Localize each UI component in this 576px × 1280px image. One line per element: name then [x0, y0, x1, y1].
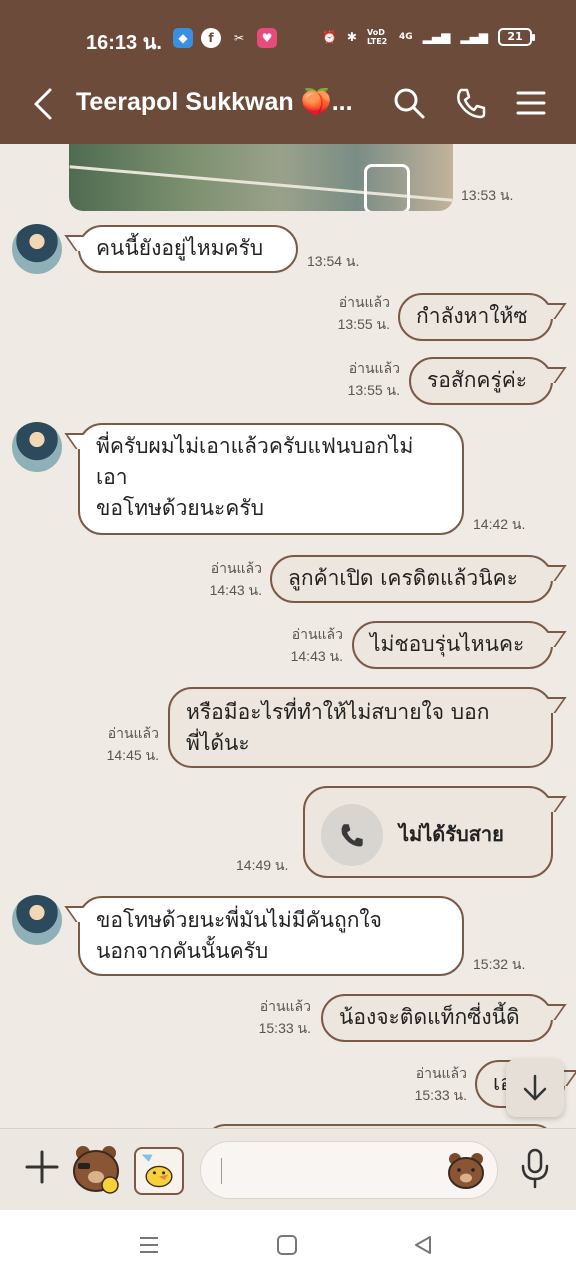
- sticker-shop-icon[interactable]: [134, 1147, 184, 1195]
- message-text: ลูกค้าเปิด เครดิตแล้วนิคะ: [288, 566, 518, 590]
- message-input-bar: [0, 1128, 576, 1210]
- recent-apps-icon[interactable]: [138, 1234, 160, 1256]
- emoji-icon[interactable]: [445, 1149, 487, 1191]
- notification-icons: ◆ f ✂ ♥: [173, 28, 277, 48]
- message-read-time: อ่านแล้ว 13:55 น.: [318, 291, 390, 335]
- message-text: คนนี้ยังอยู่ไหมครับ: [96, 236, 264, 260]
- message-text: เอา: [96, 465, 128, 489]
- app-notification-icon: ◆: [173, 28, 193, 48]
- message-read-time: อ่านแล้ว 15:33 น.: [395, 1062, 467, 1106]
- chat-area[interactable]: 13:53 น. คนนี้ยังอยู่ไหมครับ 13:54 น. อ่…: [0, 144, 576, 1128]
- facebook-icon: f: [201, 28, 221, 48]
- outgoing-message[interactable]: รอสักครู่ค่ะ: [409, 357, 553, 405]
- message-read-time: อ่านแล้ว 14:43 น.: [190, 557, 262, 601]
- arrow-down-icon: [523, 1074, 547, 1101]
- read-receipt: อ่านแล้ว: [107, 725, 159, 741]
- lovebox-icon: ♥: [257, 28, 277, 48]
- status-bar: 16:13 น. ◆ f ✂ ♥ ⏰ ✱ VoD LTE2 4G ▂▄▆ ▂▄▆…: [0, 0, 576, 66]
- back-nav-icon[interactable]: [412, 1234, 434, 1256]
- read-receipt: อ่านแล้ว: [259, 998, 311, 1014]
- outgoing-message[interactable]: น้องจะติดแท็กซี่งนี้ดิ: [321, 994, 553, 1042]
- avatar[interactable]: [12, 224, 62, 274]
- incoming-message[interactable]: พี่ครับผมไม่เอาแล้วครับแฟนบอกไม่ เอา ขอโ…: [78, 423, 464, 535]
- read-receipt: อ่านแล้ว: [338, 294, 390, 310]
- phone-call-icon[interactable]: [321, 804, 383, 866]
- message-time: 15:32 น.: [473, 956, 526, 972]
- message-text: หรือมีอะไรที่ทำให้ไม่สบายใจ บอก: [186, 700, 490, 724]
- message-text: พี่ครับผมไม่เอาแล้วครับแฟนบอกไม่: [96, 434, 414, 458]
- plus-icon[interactable]: [24, 1149, 60, 1185]
- chat-title[interactable]: Teerapol Sukkwan 🍑...: [76, 88, 353, 117]
- battery-indicator: 21: [498, 28, 535, 46]
- message-text: กำลังหาให้ซ: [416, 304, 528, 328]
- message-time: 13:55 น.: [337, 316, 390, 332]
- message-time: 14:49 น.: [236, 857, 289, 873]
- bluetooth-icon: ✱: [346, 30, 357, 44]
- alarm-icon: ⏰: [321, 30, 337, 44]
- menu-icon[interactable]: [514, 86, 548, 120]
- system-navigation-bar: [0, 1210, 576, 1280]
- chat-header: Teerapol Sukkwan 🍑...: [0, 66, 576, 144]
- incoming-message[interactable]: คนนี้ยังอยู่ไหมครับ: [78, 225, 298, 273]
- message-read-time: อ่านแล้ว 14:45 น.: [87, 722, 159, 766]
- system-icons: ⏰ ✱ VoD LTE2 4G ▂▄▆ ▂▄▆ 21: [321, 28, 535, 46]
- avatar[interactable]: [12, 422, 62, 472]
- message-text: รอสักครู่ค่ะ: [427, 368, 528, 392]
- message-time: 13:55 น.: [347, 382, 400, 398]
- message-text: ไม่ชอบรุ่นไหนคะ: [370, 632, 525, 656]
- microphone-icon[interactable]: [518, 1147, 552, 1189]
- message-read-time: อ่านแล้ว 13:55 น.: [328, 357, 400, 401]
- signal-icon: ▂▄▆: [422, 30, 451, 44]
- message-time: 13:54 น.: [307, 253, 360, 269]
- read-receipt: อ่านแล้ว: [415, 1065, 467, 1081]
- sticker-icon[interactable]: [70, 1141, 124, 1197]
- message-time: 15:33 น.: [258, 1020, 311, 1036]
- back-icon[interactable]: [30, 84, 60, 124]
- phone-icon[interactable]: [454, 86, 488, 120]
- signal-icon-2: ▂▄▆: [460, 30, 488, 44]
- scroll-to-bottom-button[interactable]: [506, 1059, 564, 1117]
- message-text: ขอโทษด้วยนะครับ: [96, 496, 264, 520]
- outgoing-message[interactable]: กำลังหาให้ซ: [398, 293, 553, 341]
- message-read-time: อ่านแล้ว 14:43 น.: [271, 623, 343, 667]
- search-icon[interactable]: [392, 86, 426, 120]
- message-time: 14:45 น.: [106, 747, 159, 763]
- home-icon[interactable]: [276, 1234, 298, 1256]
- missed-call-message[interactable]: ไม่ได้รับสาย: [303, 786, 553, 878]
- message-text: พี่ได้นะ: [186, 731, 250, 755]
- capcut-icon: ✂: [233, 31, 245, 45]
- outgoing-message[interactable]: ลูกค้าเปิด เครดิตแล้วนิคะ: [270, 555, 553, 603]
- read-receipt: อ่านแล้ว: [291, 626, 343, 642]
- photo-message[interactable]: [69, 144, 453, 211]
- read-receipt: อ่านแล้ว: [210, 560, 262, 576]
- message-text: น้องจะติดแท็กซี่งนี้ดิ: [339, 1005, 520, 1029]
- status-time: 16:13 น.: [86, 32, 162, 54]
- avatar[interactable]: [12, 895, 62, 945]
- outgoing-message[interactable]: ไม่ชอบรุ่นไหนคะ: [352, 621, 553, 669]
- read-receipt: อ่านแล้ว: [348, 360, 400, 376]
- incoming-message[interactable]: ขอโทษด้วยนะพี่มันไม่มีคันถูกใจ นอกจากคัน…: [78, 896, 464, 976]
- message-read-time: อ่านแล้ว 15:33 น.: [239, 995, 311, 1039]
- message-time: 13:53 น.: [461, 187, 514, 203]
- message-time: 14:43 น.: [290, 648, 343, 664]
- call-status-text: ไม่ได้รับสาย: [399, 822, 504, 846]
- message-time: 14:42 น.: [473, 516, 526, 532]
- thumbs-up-icon: [364, 164, 410, 211]
- message-time: 14:43 น.: [209, 582, 262, 598]
- message-text: ขอโทษด้วยนะพี่มันไม่มีคันถูกใจ: [96, 908, 382, 932]
- network-label: 4G: [398, 32, 413, 42]
- message-text: นอกจากคันนั้นครับ: [96, 939, 269, 963]
- message-input[interactable]: [200, 1141, 498, 1199]
- outgoing-message[interactable]: หรือมีอะไรที่ทำให้ไม่สบายใจ บอก พี่ได้นะ: [168, 687, 553, 768]
- volte-label: VoD LTE2: [366, 28, 388, 46]
- message-time: 15:33 น.: [414, 1087, 467, 1103]
